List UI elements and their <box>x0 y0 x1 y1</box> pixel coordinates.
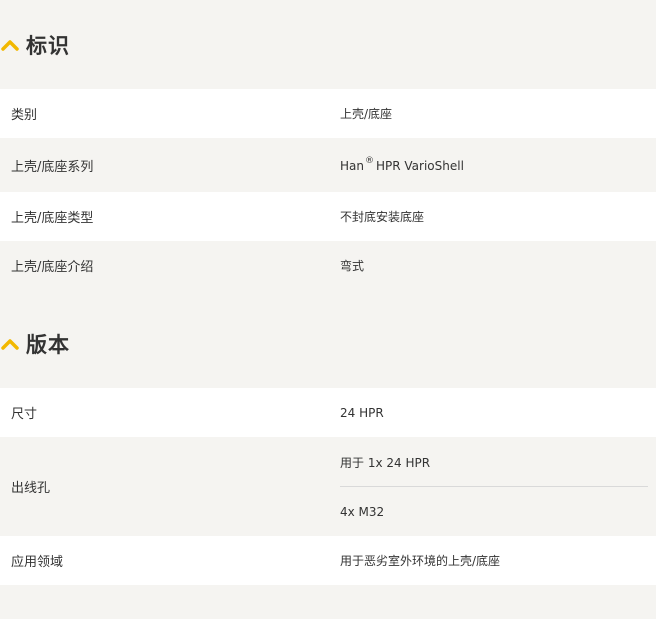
row-label: 尺寸 <box>11 407 38 422</box>
row-value: 24 HPR <box>340 405 384 420</box>
section-title: 版本 <box>26 333 70 357</box>
row-value: 用于 1x 24 HPR <box>340 456 431 470</box>
table-row: 上壳/底座类型 不封底安装底座 <box>0 192 656 241</box>
row-value: 弯式 <box>340 259 365 273</box>
table-row: 出线孔 用于 1x 24 HPR 4x M32 <box>0 437 656 536</box>
row-value: Han ® HPR VarioShell <box>340 156 464 173</box>
table-row: 上壳/底座介绍 弯式 <box>0 241 656 290</box>
section-title: 标识 <box>26 34 70 58</box>
row-value: 用于恶劣室外环境的上壳/底座 <box>340 554 501 568</box>
section-header-identification[interactable]: 标识 <box>0 25 70 65</box>
table-row: 上壳/底座系列 Han ® HPR VarioShell <box>0 138 656 192</box>
row-label: 上壳/底座类型 <box>11 211 94 226</box>
registered-mark: ® <box>364 156 374 166</box>
row-value: 上壳/底座 <box>340 107 393 121</box>
table-row: 类别 上壳/底座 <box>0 89 656 138</box>
table-row: 应用领域 用于恶劣室外环境的上壳/底座 <box>0 536 656 585</box>
chevron-up-icon <box>1 40 19 51</box>
value-divider <box>340 486 648 487</box>
row-label: 类别 <box>11 108 38 123</box>
chevron-up-icon <box>1 339 19 350</box>
row-label: 出线孔 <box>11 481 51 496</box>
row-label: 上壳/底座介绍 <box>11 260 94 275</box>
row-label: 上壳/底座系列 <box>11 159 94 175</box>
row-value: 不封底安装底座 <box>340 210 425 224</box>
section-header-version[interactable]: 版本 <box>0 324 70 364</box>
row-label: 应用领域 <box>11 555 64 570</box>
row-value: 4x M32 <box>340 505 385 519</box>
table-row: 尺寸 24 HPR <box>0 388 656 437</box>
